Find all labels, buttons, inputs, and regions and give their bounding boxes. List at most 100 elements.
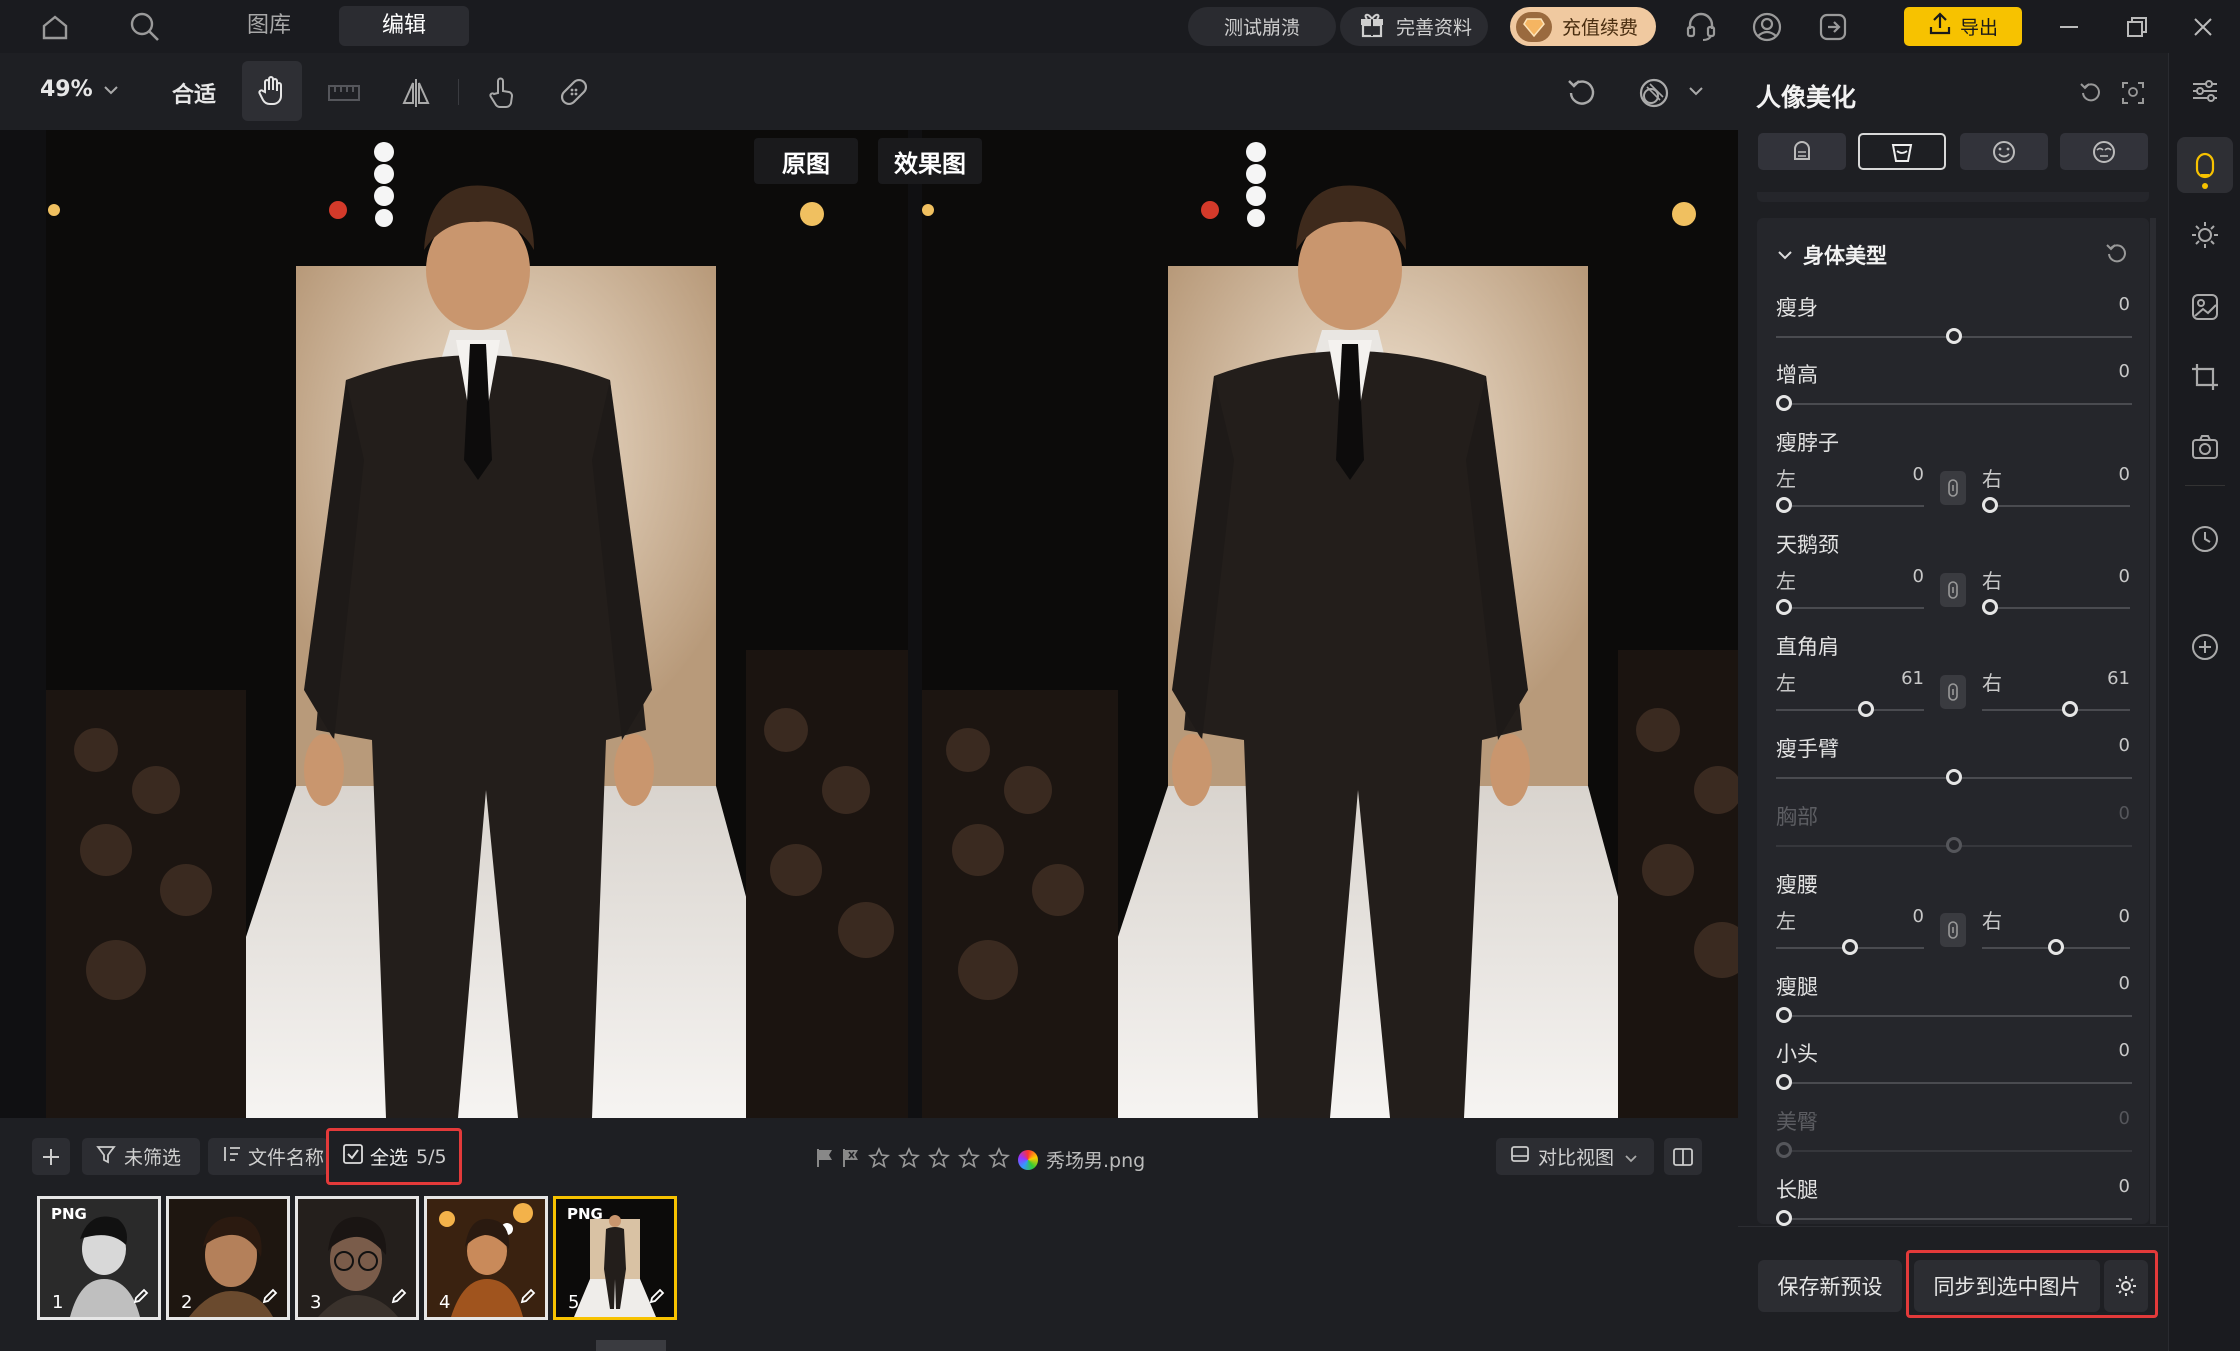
slim-leg-slider[interactable]: [1776, 1007, 1792, 1023]
export-button[interactable]: 导出: [1904, 7, 2022, 46]
color-label-icon[interactable]: [1018, 1149, 1038, 1170]
slim-waist-right-label: 右: [1982, 909, 2002, 933]
fit-button[interactable]: 合适: [172, 77, 216, 109]
thumbnail-5[interactable]: PNG 5: [553, 1196, 677, 1320]
star-icon[interactable]: [958, 1146, 980, 1173]
slim-neck-right-slider[interactable]: [1982, 497, 1998, 513]
flag-icon[interactable]: [816, 1148, 834, 1172]
camera-icon[interactable]: [2187, 429, 2223, 465]
link-icon[interactable]: [1940, 471, 1966, 505]
star-icon[interactable]: [868, 1146, 890, 1173]
close-icon[interactable]: [2188, 12, 2218, 42]
scan-face-icon[interactable]: [2118, 78, 2148, 108]
chevron-down-icon[interactable]: [1777, 246, 1793, 265]
small-head-label: 小头: [1776, 1042, 1818, 1066]
square-shoulder-right-slider[interactable]: [2062, 701, 2078, 717]
thumbnail-2[interactable]: 2: [166, 1196, 290, 1320]
minimize-icon[interactable]: [2054, 12, 2084, 42]
history-icon[interactable]: [2187, 521, 2223, 557]
tab-smile-icon[interactable]: [1960, 133, 2048, 170]
long-leg-slider[interactable]: [1776, 1210, 1792, 1226]
filter-button[interactable]: 未筛选: [82, 1138, 200, 1175]
long-leg-track[interactable]: [1776, 1218, 2132, 1220]
reset-icon[interactable]: [1564, 75, 1600, 111]
tab-edit[interactable]: 编辑: [339, 6, 469, 46]
star-icon[interactable]: [928, 1146, 950, 1173]
headset-icon[interactable]: [1684, 10, 1718, 44]
light-icon[interactable]: [2187, 217, 2223, 253]
reject-flag-icon[interactable]: [842, 1148, 860, 1172]
save-preset-button[interactable]: 保存新预设: [1758, 1260, 1902, 1312]
zoom-level[interactable]: 49%: [40, 77, 93, 102]
bandage-icon[interactable]: [556, 73, 592, 111]
sort-button[interactable]: 文件名称: [208, 1138, 328, 1175]
complete-profile-button[interactable]: 完善资料: [1340, 7, 1488, 46]
feedback-button[interactable]: 测试崩溃: [1188, 7, 1336, 46]
star-icon[interactable]: [898, 1146, 920, 1173]
recharge-button[interactable]: 充值续费: [1510, 7, 1656, 46]
tab-face-icon[interactable]: [1758, 133, 1846, 170]
slim-body-slider[interactable]: [1946, 328, 1962, 344]
swan-neck-left-track[interactable]: [1776, 607, 1924, 609]
logout-icon[interactable]: [1816, 10, 1850, 44]
chevron-down-icon[interactable]: [1686, 81, 1706, 101]
compare-overlay-icon[interactable]: [1636, 75, 1672, 111]
scroll-thumb[interactable]: [596, 1340, 666, 1351]
chevron-down-icon: [1624, 1146, 1638, 1168]
height-slider[interactable]: [1776, 395, 1792, 411]
link-icon[interactable]: [1940, 573, 1966, 607]
tab-library[interactable]: 图库: [228, 6, 310, 46]
add-icon[interactable]: [32, 1138, 70, 1175]
sliders-icon[interactable]: [2187, 73, 2223, 109]
slim-waist-left-slider[interactable]: [1842, 939, 1858, 955]
slim-waist-right-slider[interactable]: [2048, 939, 2064, 955]
link-icon[interactable]: [1940, 675, 1966, 709]
home-icon[interactable]: [38, 10, 72, 44]
reset-icon[interactable]: [2076, 78, 2106, 108]
small-head-slider[interactable]: [1776, 1074, 1792, 1090]
slim-neck-left-slider[interactable]: [1776, 497, 1792, 513]
panel-scrollbar[interactable]: [2150, 218, 2156, 1224]
link-icon[interactable]: [1940, 913, 1966, 947]
search-icon[interactable]: [128, 10, 162, 44]
height-track[interactable]: [1776, 403, 2132, 405]
swan-neck-right-track[interactable]: [1982, 607, 2130, 609]
slim-neck-right-label: 右: [1982, 467, 2002, 491]
tab-body-icon[interactable]: [1858, 133, 1946, 170]
color-adjust-icon[interactable]: [2187, 289, 2223, 325]
slim-neck-right-track[interactable]: [1982, 505, 2130, 507]
hand-tool-icon[interactable]: [242, 61, 302, 121]
slim-neck-left-track[interactable]: [1776, 505, 1924, 507]
square-shoulder-left-label: 左: [1776, 671, 1796, 695]
square-shoulder-right-track[interactable]: [1982, 709, 2130, 711]
add-icon[interactable]: [2187, 629, 2223, 665]
square-shoulder-left-slider[interactable]: [1858, 701, 1874, 717]
image-canvas[interactable]: 原图 效果图: [0, 130, 1738, 1118]
swan-neck-left-slider[interactable]: [1776, 599, 1792, 615]
thumbnail-1[interactable]: PNG 1: [37, 1196, 161, 1320]
thumbnail-4[interactable]: 4: [424, 1196, 548, 1320]
restore-icon[interactable]: [2122, 12, 2152, 42]
view-mode-dropdown[interactable]: 对比视图: [1496, 1138, 1654, 1175]
collapsed-section: [1757, 192, 2149, 202]
star-icon[interactable]: [988, 1146, 1010, 1173]
slim-arm-slider[interactable]: [1946, 769, 1962, 785]
square-shoulder-left-track[interactable]: [1776, 709, 1924, 711]
tab-makeup-icon[interactable]: [2060, 133, 2148, 170]
slim-leg-track[interactable]: [1776, 1015, 2132, 1017]
edited-icon: [132, 1287, 150, 1309]
thumbnail-3[interactable]: 3: [295, 1196, 419, 1320]
crop-icon[interactable]: [2187, 359, 2223, 395]
side-by-side-icon[interactable]: [1664, 1138, 1702, 1175]
reset-icon[interactable]: [2105, 242, 2129, 270]
user-icon[interactable]: [1750, 10, 1784, 44]
chevron-down-icon[interactable]: [100, 79, 122, 101]
select-all-highlight: [326, 1128, 462, 1185]
small-head-track[interactable]: [1776, 1082, 2132, 1084]
touch-icon[interactable]: [484, 73, 520, 111]
slim-neck-left-value: 0: [1912, 464, 1924, 485]
panel-divider: [1738, 1226, 2168, 1227]
small-head-value: 0: [2118, 1040, 2130, 1061]
swan-neck-right-slider[interactable]: [1982, 599, 1998, 615]
flip-icon[interactable]: [398, 75, 434, 111]
